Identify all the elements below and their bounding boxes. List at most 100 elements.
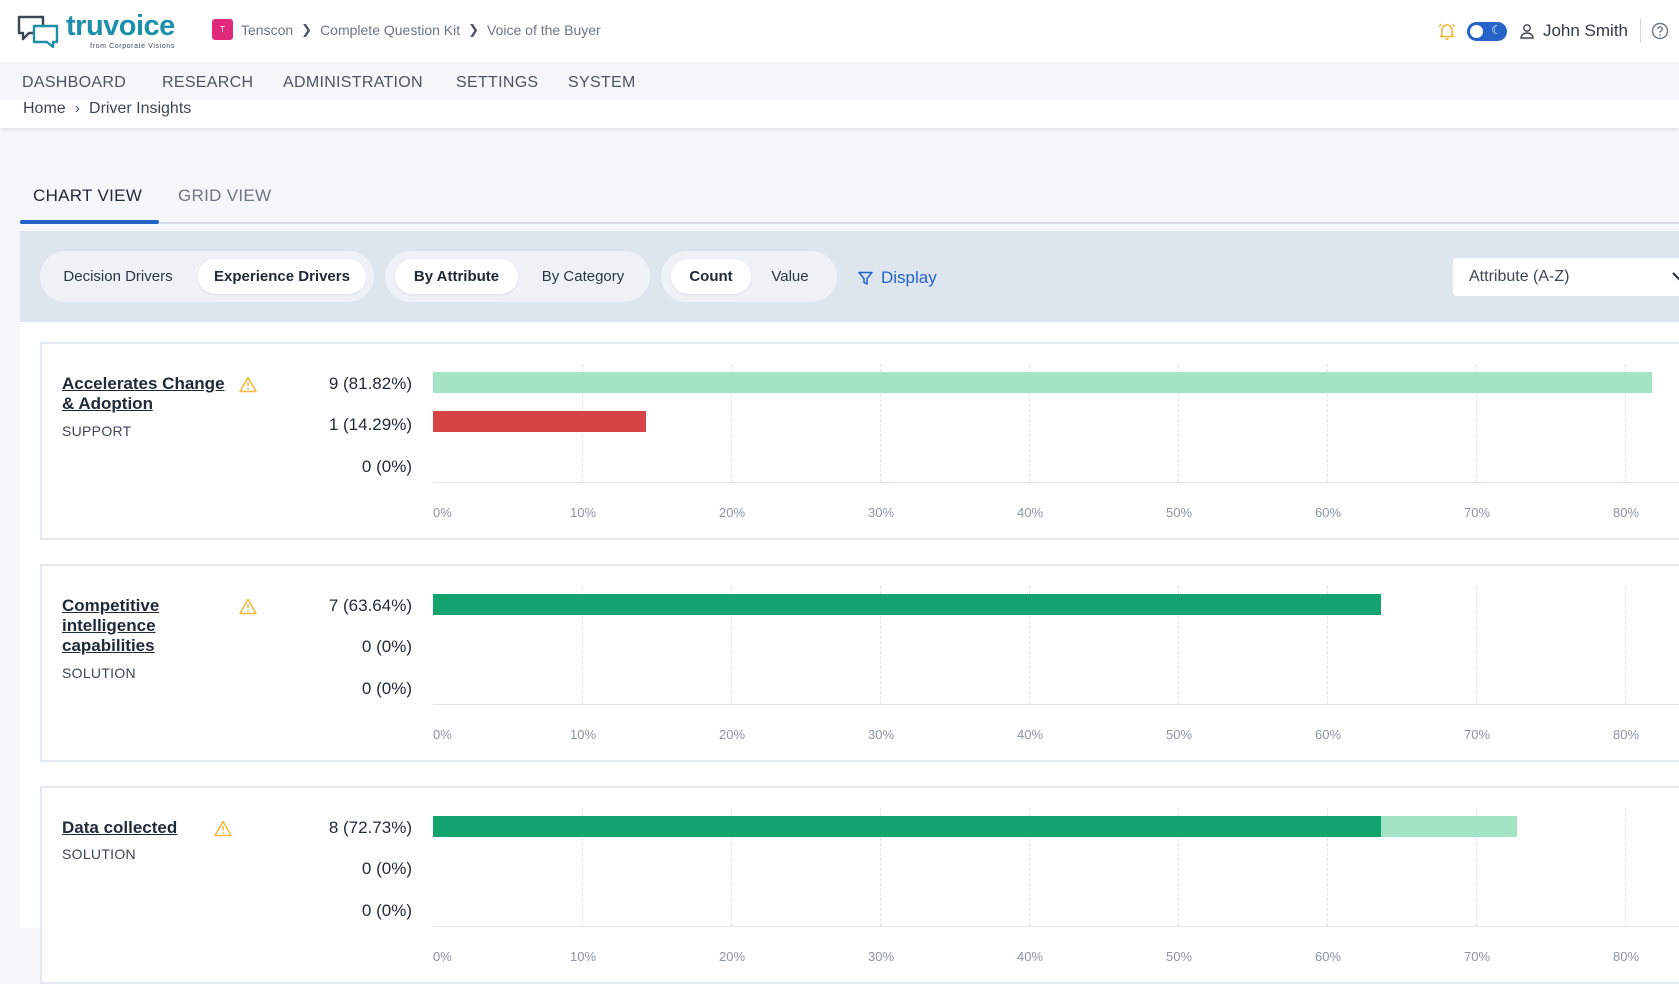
value-option[interactable]: Value bbox=[755, 259, 825, 294]
x-tick-label: 0% bbox=[433, 505, 452, 520]
bar-segment[interactable] bbox=[1381, 816, 1517, 837]
filter-bar: Decision Drivers Experience Drivers By A… bbox=[20, 231, 1679, 322]
x-tick-label: 60% bbox=[1315, 727, 1342, 742]
brand-name: truvoice bbox=[66, 10, 175, 42]
driver-type-toggle: Decision Drivers Experience Drivers bbox=[40, 251, 374, 302]
experience-drivers-option[interactable]: Experience Drivers bbox=[198, 259, 366, 294]
bar-value-label: 9 (81.82%) bbox=[328, 374, 412, 393]
breadcrumb: Home › Driver Insights bbox=[0, 100, 1679, 128]
x-axis-line bbox=[433, 482, 1679, 483]
chevron-down-icon bbox=[1672, 272, 1679, 281]
breadcrumb-kit[interactable]: Complete Question Kit bbox=[320, 22, 460, 38]
bar-value-label: 7 (63.64%) bbox=[328, 596, 412, 615]
bar-value-label: 8 (72.73%) bbox=[328, 818, 412, 837]
attribute-title-link[interactable]: Accelerates Change & Adoption bbox=[62, 374, 232, 414]
measure-toggle: Count Value bbox=[661, 251, 837, 302]
bar-value-label: 0 (0%) bbox=[361, 901, 412, 920]
x-tick-label: 40% bbox=[1017, 727, 1044, 742]
nav-administration[interactable]: ADMINISTRATION bbox=[283, 74, 423, 92]
x-tick-label: 10% bbox=[570, 505, 597, 520]
bell-icon[interactable] bbox=[1437, 21, 1457, 41]
x-tick-label: 50% bbox=[1166, 727, 1193, 742]
user-name: John Smith bbox=[1542, 21, 1628, 40]
x-tick-label: 0% bbox=[433, 949, 452, 964]
x-tick-label: 70% bbox=[1464, 727, 1491, 742]
x-axis-line bbox=[433, 926, 1679, 927]
driver-card: Competitive intelligence capabilities SO… bbox=[40, 564, 1679, 762]
x-tick-label: 20% bbox=[719, 727, 746, 742]
display-label: Display bbox=[881, 268, 937, 287]
x-tick-label: 0% bbox=[433, 727, 452, 742]
attribute-title-link[interactable]: Competitive intelligence capabilities bbox=[62, 596, 232, 656]
x-tick-label: 80% bbox=[1613, 505, 1640, 520]
bar-segment[interactable] bbox=[433, 411, 646, 432]
x-tick-label: 80% bbox=[1613, 949, 1640, 964]
x-tick-label: 80% bbox=[1613, 727, 1640, 742]
gridline bbox=[1476, 586, 1477, 704]
gridline bbox=[1625, 586, 1626, 704]
x-axis-line bbox=[433, 704, 1679, 705]
attribute-category: SOLUTION bbox=[62, 846, 136, 862]
breadcrumb-current: Driver Insights bbox=[89, 100, 192, 117]
by-attribute-option[interactable]: By Attribute bbox=[395, 259, 518, 294]
x-tick-label: 30% bbox=[868, 949, 895, 964]
decision-drivers-option[interactable]: Decision Drivers bbox=[50, 259, 186, 294]
x-tick-label: 50% bbox=[1166, 949, 1193, 964]
bar-segment[interactable] bbox=[433, 816, 1382, 837]
x-tick-label: 30% bbox=[868, 505, 895, 520]
tab-chart-view[interactable]: CHART VIEW bbox=[33, 186, 142, 206]
chevron-right-icon: ❯ bbox=[468, 21, 480, 37]
filter-icon bbox=[858, 271, 873, 285]
user-icon bbox=[1520, 24, 1534, 39]
project-breadcrumb: T Tenscon ❯ Complete Question Kit ❯ Voic… bbox=[212, 19, 601, 40]
user-menu[interactable]: John Smith bbox=[1519, 19, 1641, 43]
x-tick-label: 10% bbox=[570, 727, 597, 742]
bar-value-label: 1 (14.29%) bbox=[328, 415, 412, 434]
bar-plot: 0% 10% 20% 30% 40% 50% 60% 70% 80% bbox=[433, 808, 1679, 964]
x-tick-label: 60% bbox=[1315, 505, 1342, 520]
active-tab-indicator bbox=[20, 220, 159, 224]
x-tick-label: 30% bbox=[868, 727, 895, 742]
top-bar: truvoice from Corporate Visions T Tensco… bbox=[0, 0, 1679, 62]
x-tick-label: 60% bbox=[1315, 949, 1342, 964]
help-icon[interactable] bbox=[1651, 22, 1669, 40]
nav-system[interactable]: SYSTEM bbox=[568, 74, 636, 92]
x-tick-label: 40% bbox=[1017, 505, 1044, 520]
by-category-option[interactable]: By Category bbox=[523, 259, 643, 294]
org-badge: T bbox=[212, 19, 233, 40]
sort-select[interactable]: Attribute (A-Z) bbox=[1453, 258, 1679, 296]
bar-segment[interactable] bbox=[433, 372, 1652, 393]
chat-bubbles-icon bbox=[17, 15, 59, 48]
tab-grid-view[interactable]: GRID VIEW bbox=[178, 186, 271, 206]
breadcrumb-home[interactable]: Home bbox=[23, 100, 66, 118]
brand-logo[interactable]: truvoice from Corporate Visions bbox=[16, 11, 175, 51]
count-option[interactable]: Count bbox=[671, 259, 751, 294]
gridline bbox=[1625, 808, 1626, 926]
bar-segment[interactable] bbox=[433, 594, 1382, 615]
nav-dashboard[interactable]: DASHBOARD bbox=[22, 74, 126, 92]
main-nav: DASHBOARD RESEARCH ADMINISTRATION SETTIN… bbox=[0, 62, 1679, 102]
grouping-toggle: By Attribute By Category bbox=[385, 251, 650, 302]
x-tick-label: 70% bbox=[1464, 505, 1491, 520]
sort-value: Attribute (A-Z) bbox=[1469, 268, 1570, 285]
display-button[interactable]: Display bbox=[858, 268, 937, 288]
warning-icon[interactable] bbox=[239, 376, 257, 393]
x-tick-label: 20% bbox=[719, 505, 746, 520]
warning-icon[interactable] bbox=[214, 820, 232, 837]
attribute-category: SOLUTION bbox=[62, 665, 136, 681]
bar-plot: 0% 10% 20% 30% 40% 50% 60% 70% 80% bbox=[433, 364, 1679, 520]
x-tick-label: 20% bbox=[719, 949, 746, 964]
warning-icon[interactable] bbox=[239, 598, 257, 615]
nav-settings[interactable]: SETTINGS bbox=[456, 74, 538, 92]
moon-icon: ☾ bbox=[1491, 22, 1502, 37]
nav-research[interactable]: RESEARCH bbox=[162, 74, 253, 92]
chevron-right-icon: ❯ bbox=[301, 21, 313, 37]
bar-value-label: 0 (0%) bbox=[361, 637, 412, 656]
breadcrumb-study[interactable]: Voice of the Buyer bbox=[487, 22, 601, 38]
brand-tagline: from Corporate Visions bbox=[90, 43, 175, 50]
chevron-right-icon: › bbox=[74, 100, 81, 117]
driver-card: Data collected SOLUTION 8 (72.73%) 0 (0%… bbox=[40, 786, 1679, 984]
breadcrumb-org[interactable]: Tenscon bbox=[241, 22, 293, 38]
x-tick-label: 50% bbox=[1166, 505, 1193, 520]
theme-toggle[interactable]: ☾ bbox=[1466, 21, 1507, 41]
